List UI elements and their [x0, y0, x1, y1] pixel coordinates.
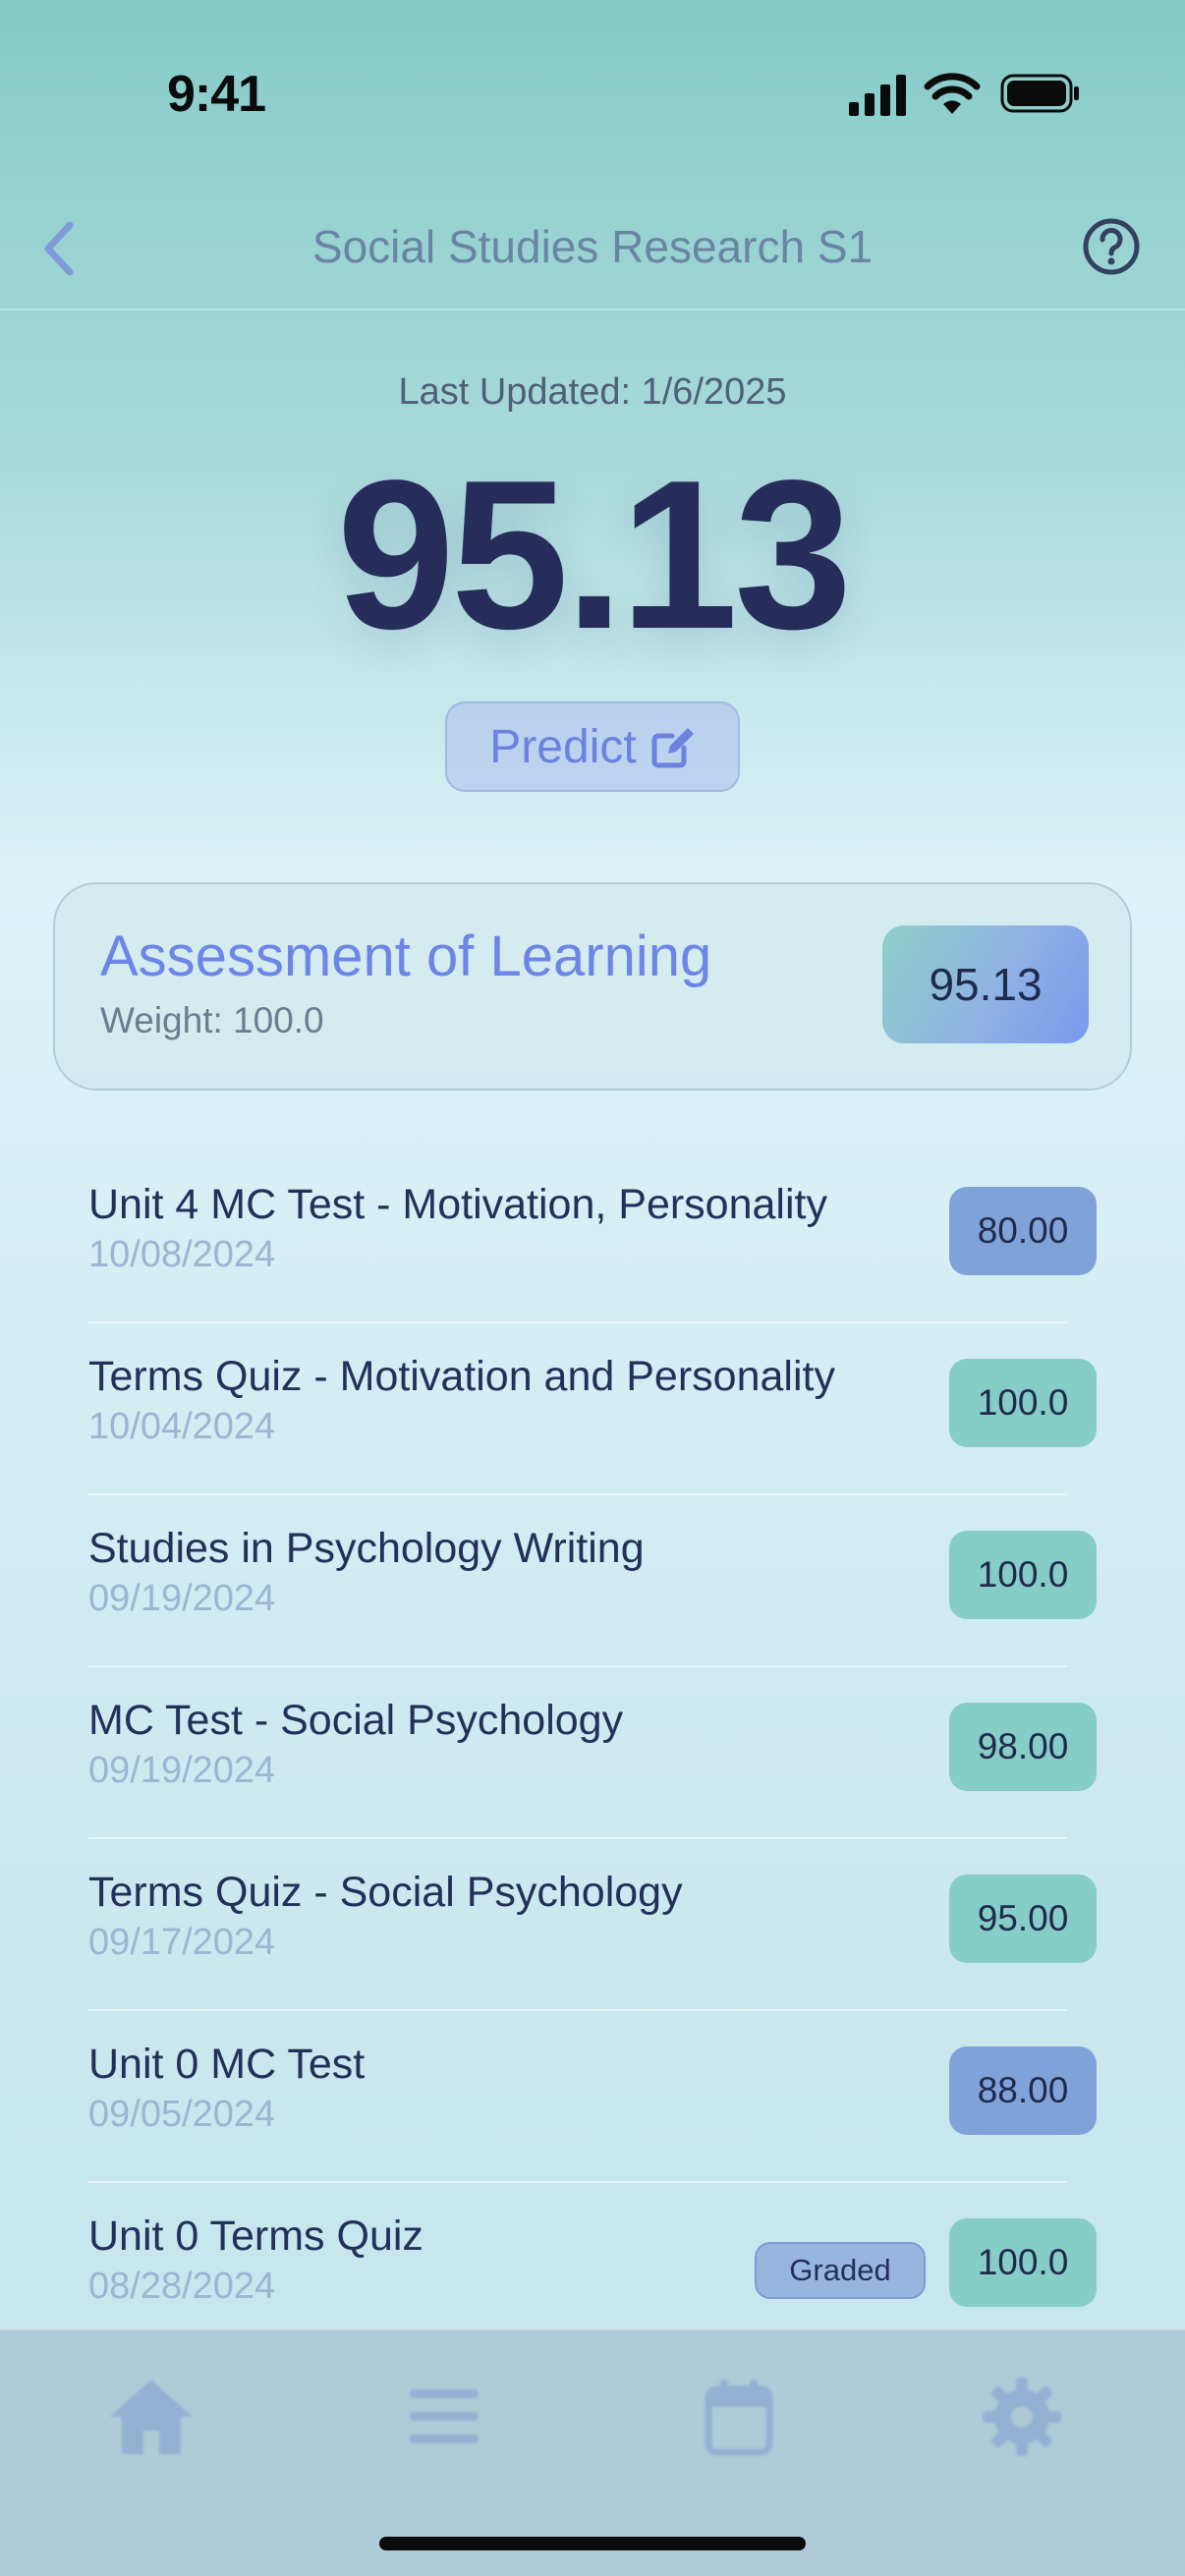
assignment-title: Unit 0 Terms Quiz	[88, 2212, 423, 2260]
calendar-icon	[705, 2380, 773, 2456]
list-item[interactable]: Unit 4 MC Test - Motivation, Personality…	[88, 1151, 1097, 1323]
assignment-score: 88.00	[949, 2046, 1097, 2135]
assignment-title: Terms Quiz - Motivation and Personality	[88, 1353, 835, 1400]
edit-icon	[651, 728, 694, 768]
list-item[interactable]: Studies in Psychology Writing 09/19/2024…	[88, 1495, 1097, 1667]
assignment-date: 09/19/2024	[88, 1578, 276, 1619]
category-card[interactable]: Assessment of Learning Weight: 100.0 95.…	[53, 882, 1132, 1091]
assignment-title: Terms Quiz - Social Psychology	[88, 1869, 683, 1916]
list-item[interactable]: Unit 0 MC Test 09/05/2024 88.00	[88, 2011, 1097, 2183]
cellular-signal-icon	[849, 75, 906, 116]
list-item[interactable]: MC Test - Social Psychology 09/19/2024 9…	[88, 1667, 1097, 1839]
assignment-score: 95.00	[949, 1875, 1097, 1963]
graded-badge: Graded	[755, 2242, 926, 2299]
last-updated-text: Last Updated: 1/6/2025	[398, 371, 787, 413]
overall-grade: 95.13	[336, 435, 853, 673]
home-indicator[interactable]	[379, 2537, 806, 2550]
tab-list[interactable]	[395, 2368, 493, 2466]
category-name: Assessment of Learning	[100, 924, 712, 988]
assignment-date: 09/17/2024	[88, 1922, 276, 1963]
page-title: Social Studies Research S1	[311, 221, 874, 272]
navigation-bar: Social Studies Research S1	[0, 187, 1185, 310]
assignment-title: Unit 4 MC Test - Motivation, Personality	[88, 1181, 827, 1228]
assignment-date: 10/04/2024	[88, 1406, 276, 1447]
list-item[interactable]: Terms Quiz - Motivation and Personality …	[88, 1323, 1097, 1495]
assignment-title: Studies in Psychology Writing	[88, 1525, 645, 1572]
assignment-score: 98.00	[949, 1703, 1097, 1791]
assignment-date: 08/28/2024	[88, 2266, 276, 2307]
tab-home[interactable]	[102, 2368, 200, 2466]
tab-settings[interactable]	[973, 2368, 1071, 2466]
assignment-score: 100.0	[949, 1531, 1097, 1619]
status-time: 9:41	[167, 66, 266, 123]
home-icon	[110, 2380, 193, 2454]
predict-button[interactable]: Predict	[445, 701, 740, 792]
predict-label: Predict	[489, 720, 637, 773]
gear-icon	[983, 2378, 1061, 2456]
tab-calendar[interactable]	[690, 2368, 788, 2466]
list-icon	[410, 2389, 479, 2443]
assignment-score: 80.00	[949, 1187, 1097, 1275]
wifi-icon	[924, 73, 981, 114]
assignment-date: 09/19/2024	[88, 1750, 276, 1791]
assignment-score: 100.0	[949, 1359, 1097, 1447]
question-circle-icon[interactable]	[1081, 216, 1142, 277]
list-item[interactable]: Terms Quiz - Social Psychology 09/17/202…	[88, 1839, 1097, 2011]
category-grade-badge: 95.13	[882, 925, 1089, 1043]
battery-icon	[1000, 74, 1079, 113]
assignment-date: 09/05/2024	[88, 2094, 276, 2135]
assignment-title: MC Test - Social Psychology	[88, 1697, 624, 1744]
assignment-date: 10/08/2024	[88, 1234, 276, 1275]
assignment-score: 100.0	[949, 2218, 1097, 2307]
category-weight: Weight: 100.0	[100, 1000, 324, 1040]
status-bar: 9:41	[0, 0, 1185, 187]
assignment-title: Unit 0 MC Test	[88, 2041, 366, 2088]
